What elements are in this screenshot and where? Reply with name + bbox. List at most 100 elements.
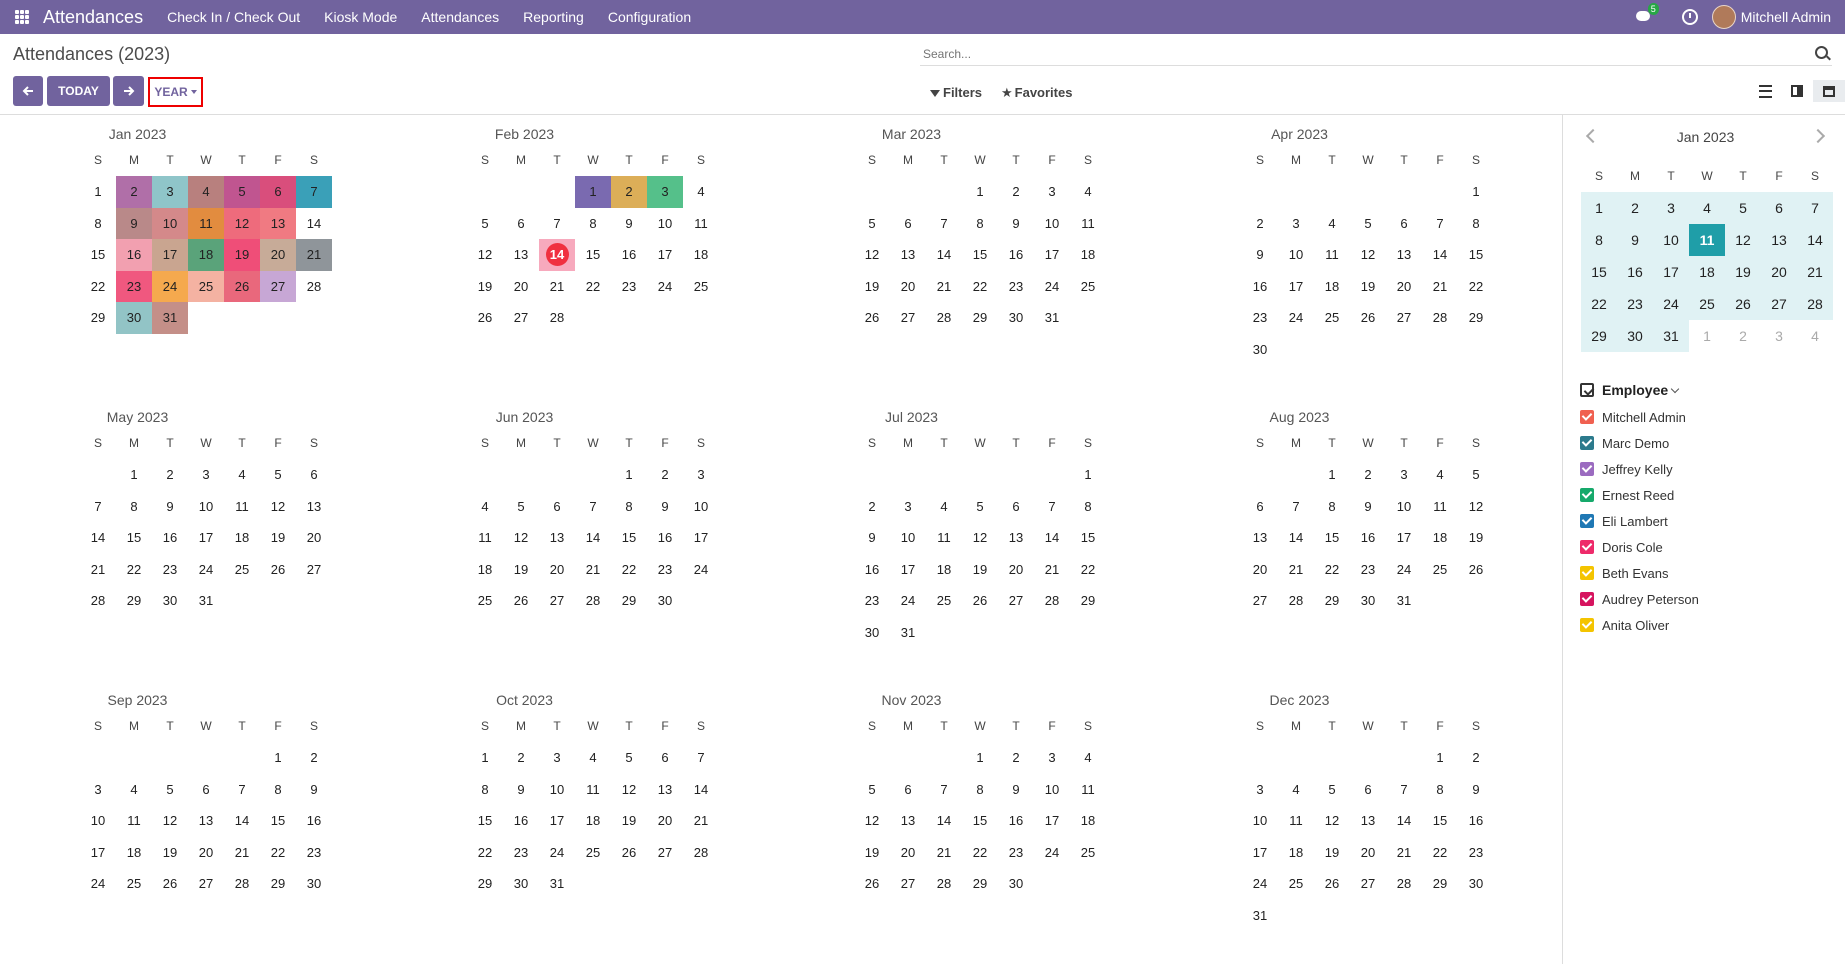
favorites-button[interactable]: ★ Favorites: [1001, 85, 1072, 101]
day-cell[interactable]: 13: [1386, 239, 1422, 271]
mini-day[interactable]: 11: [1689, 224, 1725, 256]
day-cell[interactable]: 2: [998, 176, 1034, 208]
day-cell[interactable]: 14: [683, 774, 719, 806]
day-cell[interactable]: 28: [683, 837, 719, 869]
day-cell[interactable]: 22: [1070, 554, 1106, 586]
day-cell[interactable]: 7: [224, 774, 260, 806]
checkbox-icon[interactable]: [1580, 540, 1594, 554]
day-cell[interactable]: 31: [1034, 302, 1070, 334]
employee-filter-item[interactable]: Eli Lambert: [1580, 508, 1840, 534]
day-cell[interactable]: 3: [80, 774, 116, 806]
day-cell[interactable]: 16: [1242, 271, 1278, 303]
day-cell[interactable]: 10: [80, 805, 116, 837]
day-cell[interactable]: 18: [467, 554, 503, 586]
day-cell[interactable]: 7: [1034, 491, 1070, 523]
day-cell[interactable]: 11: [467, 522, 503, 554]
day-cell[interactable]: 30: [152, 585, 188, 617]
search-icon[interactable]: [1815, 46, 1828, 59]
day-cell[interactable]: 27: [296, 554, 332, 586]
day-cell[interactable]: 18: [1314, 271, 1350, 303]
day-cell[interactable]: 30: [1458, 868, 1494, 900]
employee-filter-item[interactable]: Mitchell Admin: [1580, 404, 1840, 430]
day-cell[interactable]: 22: [260, 837, 296, 869]
kanban-view-button[interactable]: [1781, 80, 1813, 102]
day-cell[interactable]: 22: [962, 837, 998, 869]
mini-day[interactable]: 23: [1617, 288, 1653, 320]
day-cell[interactable]: 13: [1242, 522, 1278, 554]
day-cell[interactable]: 5: [962, 491, 998, 523]
day-cell[interactable]: 4: [1070, 742, 1106, 774]
day-cell[interactable]: 26: [611, 837, 647, 869]
day-cell[interactable]: 19: [854, 271, 890, 303]
checkbox-icon[interactable]: [1580, 462, 1594, 476]
day-cell[interactable]: 10: [1034, 774, 1070, 806]
mini-day[interactable]: 27: [1761, 288, 1797, 320]
day-cell[interactable]: 30: [854, 617, 890, 649]
day-cell[interactable]: 7: [1422, 208, 1458, 240]
day-cell[interactable]: 16: [998, 239, 1034, 271]
menu-configuration[interactable]: Configuration: [608, 9, 691, 25]
day-cell[interactable]: 25: [1070, 837, 1106, 869]
day-cell[interactable]: 1: [1422, 742, 1458, 774]
day-cell[interactable]: 21: [683, 805, 719, 837]
day-cell[interactable]: 31: [1242, 900, 1278, 932]
day-cell[interactable]: 22: [1458, 271, 1494, 303]
previous-button[interactable]: [13, 76, 43, 106]
employee-filter-item[interactable]: Beth Evans: [1580, 560, 1840, 586]
day-cell[interactable]: 6: [890, 774, 926, 806]
day-cell[interactable]: 22: [116, 554, 152, 586]
day-cell[interactable]: 16: [647, 522, 683, 554]
day-cell[interactable]: 6: [1386, 208, 1422, 240]
day-cell[interactable]: 13: [890, 239, 926, 271]
day-cell[interactable]: 29: [1070, 585, 1106, 617]
day-cell[interactable]: 25: [1314, 302, 1350, 334]
day-cell[interactable]: 25: [116, 868, 152, 900]
day-cell[interactable]: 24: [647, 271, 683, 303]
day-cell[interactable]: 22: [1314, 554, 1350, 586]
day-cell[interactable]: 23: [611, 271, 647, 303]
mini-day[interactable]: 8: [1581, 224, 1617, 256]
day-cell[interactable]: 14: [926, 805, 962, 837]
day-cell[interactable]: 20: [1242, 554, 1278, 586]
day-cell[interactable]: 4: [1314, 208, 1350, 240]
checkbox-icon[interactable]: [1580, 383, 1594, 397]
day-cell[interactable]: 20: [890, 837, 926, 869]
day-cell[interactable]: 18: [188, 239, 224, 271]
day-cell[interactable]: 29: [962, 868, 998, 900]
day-cell[interactable]: 9: [152, 491, 188, 523]
day-cell[interactable]: 25: [188, 270, 224, 302]
day-cell[interactable]: 30: [296, 868, 332, 900]
day-cell[interactable]: 11: [1278, 805, 1314, 837]
day-cell[interactable]: 1: [575, 176, 611, 208]
mini-day[interactable]: 15: [1581, 256, 1617, 288]
mini-day[interactable]: 14: [1797, 224, 1833, 256]
day-cell[interactable]: 8: [1422, 774, 1458, 806]
day-cell[interactable]: 6: [890, 208, 926, 240]
mini-day[interactable]: 28: [1797, 288, 1833, 320]
day-cell[interactable]: 20: [890, 271, 926, 303]
day-cell[interactable]: 23: [1458, 837, 1494, 869]
day-cell[interactable]: 4: [1422, 459, 1458, 491]
employee-filter-item[interactable]: Jeffrey Kelly: [1580, 456, 1840, 482]
day-cell[interactable]: 14: [1278, 522, 1314, 554]
day-cell[interactable]: 5: [224, 176, 260, 208]
day-cell[interactable]: 12: [260, 491, 296, 523]
day-cell[interactable]: 16: [1458, 805, 1494, 837]
checkbox-icon[interactable]: [1580, 566, 1594, 580]
employee-filter-item[interactable]: Marc Demo: [1580, 430, 1840, 456]
day-cell[interactable]: 28: [926, 868, 962, 900]
mini-day[interactable]: 2: [1617, 192, 1653, 224]
day-cell[interactable]: 28: [80, 585, 116, 617]
day-cell[interactable]: 23: [854, 585, 890, 617]
checkbox-icon[interactable]: [1580, 592, 1594, 606]
day-cell[interactable]: 17: [1278, 271, 1314, 303]
day-cell[interactable]: 1: [1458, 176, 1494, 208]
day-cell[interactable]: 10: [1242, 805, 1278, 837]
day-cell[interactable]: 22: [1422, 837, 1458, 869]
day-cell[interactable]: 27: [188, 868, 224, 900]
day-cell[interactable]: 27: [1242, 585, 1278, 617]
day-cell[interactable]: 13: [296, 491, 332, 523]
day-cell[interactable]: 20: [503, 271, 539, 303]
day-cell[interactable]: 19: [962, 554, 998, 586]
day-cell[interactable]: 7: [1278, 491, 1314, 523]
